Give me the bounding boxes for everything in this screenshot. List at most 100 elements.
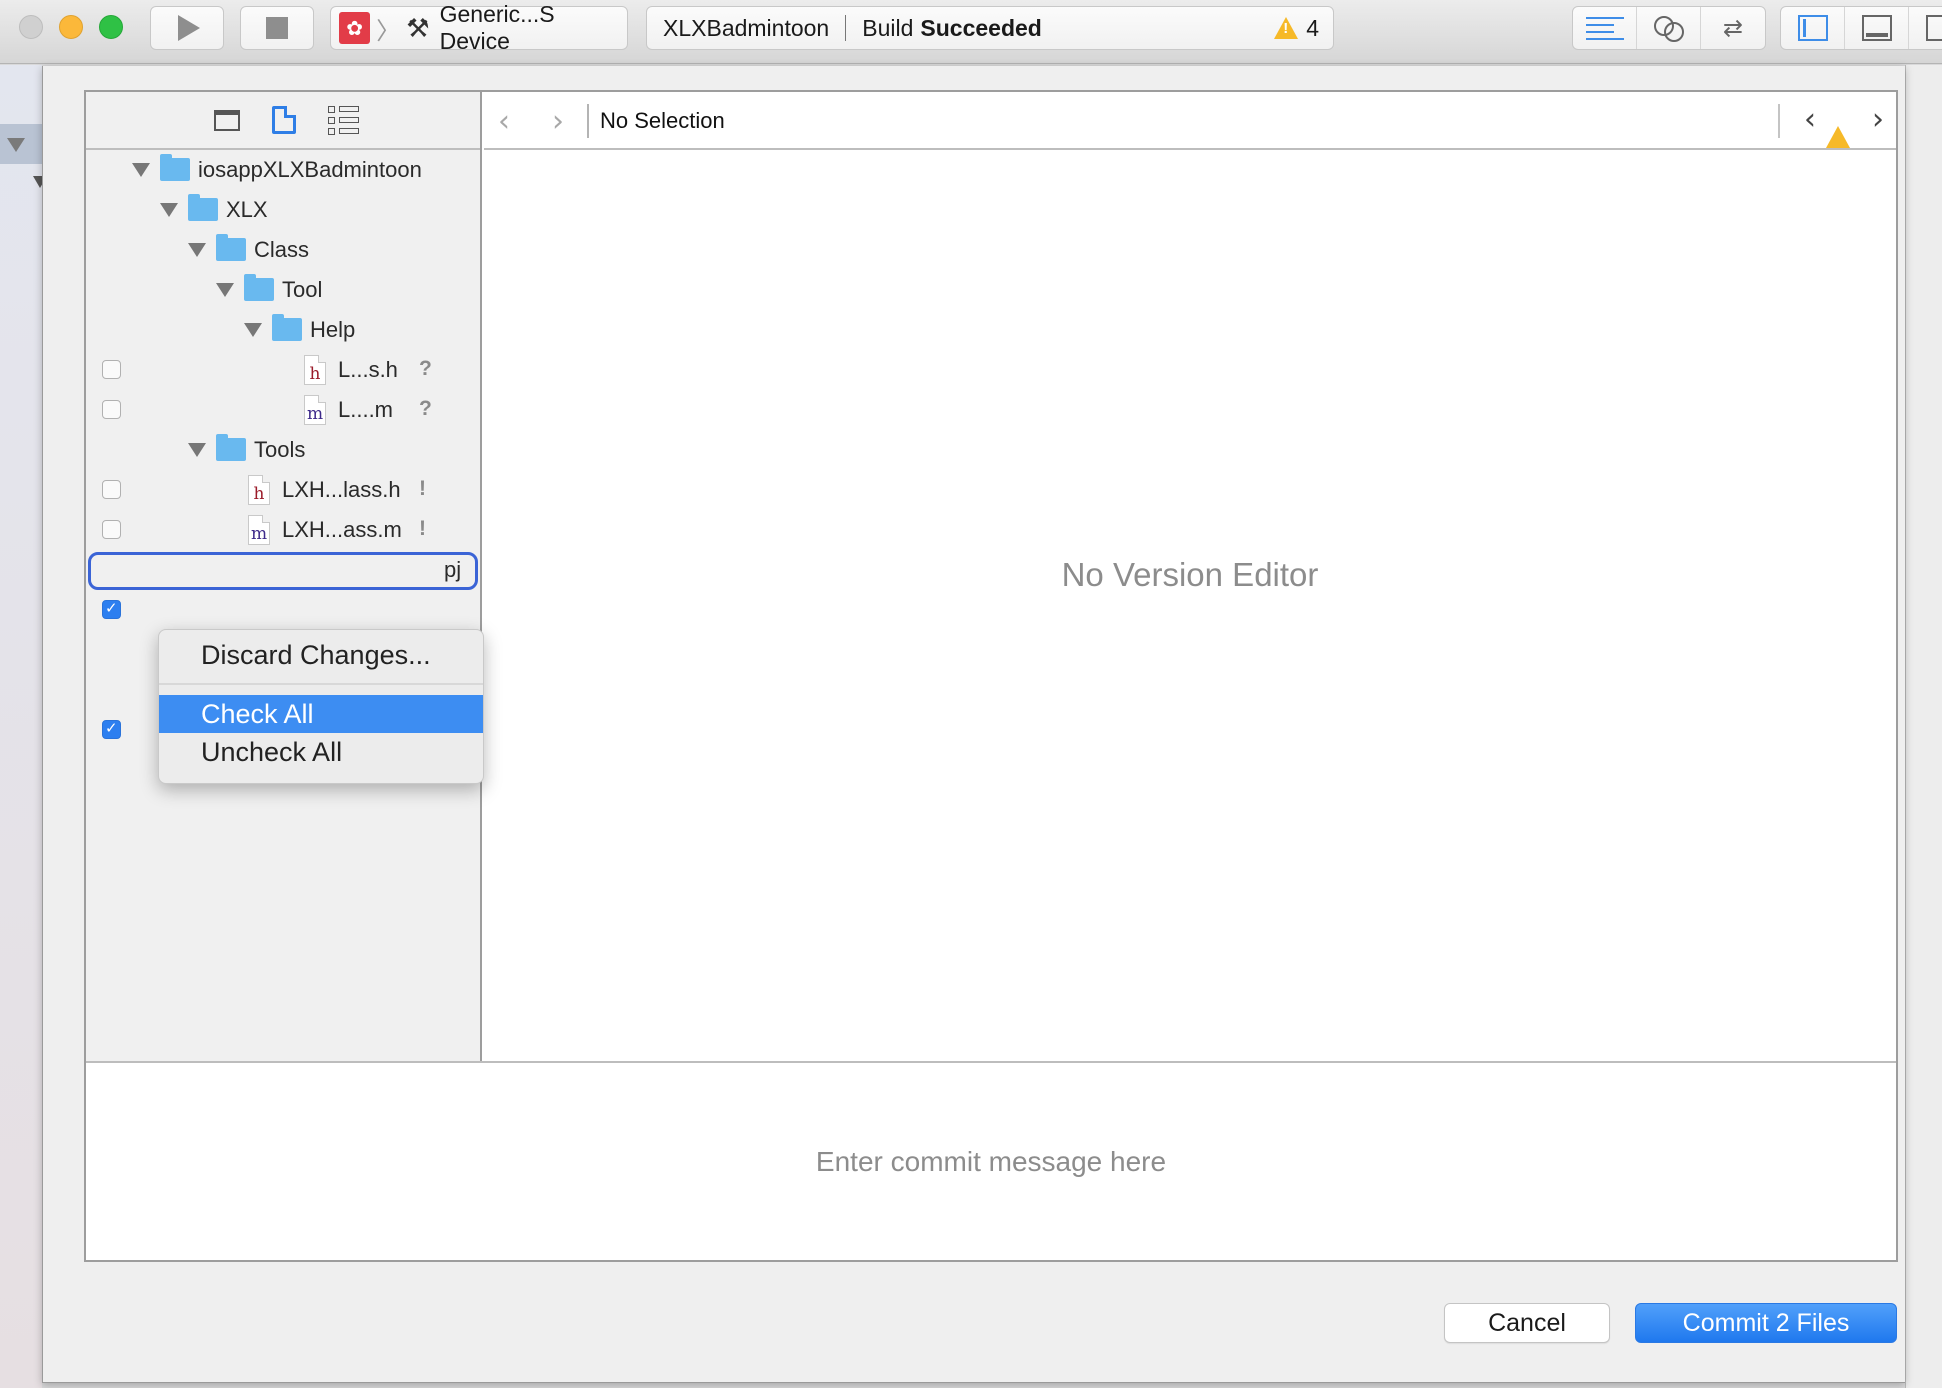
tree-row-label: Class bbox=[254, 237, 310, 262]
context-menu: Discard Changes... Check All Uncheck All bbox=[158, 629, 484, 784]
menu-item-check-all[interactable]: Check All bbox=[159, 695, 483, 733]
hammer-icon: ⚒ bbox=[406, 12, 430, 43]
tree-row-label: Help bbox=[310, 317, 356, 342]
play-icon bbox=[178, 15, 200, 41]
build-result: Succeeded bbox=[920, 14, 1042, 41]
previous-issue-button[interactable]: ‹ bbox=[1804, 102, 1816, 137]
next-issue-button[interactable]: › bbox=[1872, 102, 1884, 137]
background-navigator bbox=[0, 65, 42, 1388]
tree-row-file[interactable] bbox=[86, 590, 478, 630]
navigator-toggle-button[interactable] bbox=[1781, 7, 1845, 49]
tree-row-file[interactable]: h LXH...lass.h ! bbox=[86, 470, 478, 510]
tree-row-file[interactable]: h L...s.h ? bbox=[86, 350, 478, 390]
layout-segmented bbox=[1780, 6, 1942, 50]
assistant-editor-icon bbox=[1652, 14, 1686, 42]
tree-row-folder[interactable]: Tool bbox=[86, 270, 478, 310]
tree-row-project[interactable]: pj bbox=[86, 550, 478, 590]
scm-status-badge: ! bbox=[419, 517, 426, 540]
header-file-icon: h bbox=[304, 355, 326, 385]
tree-row-label: iosappXLXBadmintoon bbox=[198, 157, 422, 182]
stop-button[interactable] bbox=[240, 6, 314, 50]
scm-status-badge: ? bbox=[419, 397, 432, 420]
include-checkbox[interactable] bbox=[102, 360, 121, 379]
tree-row-folder[interactable]: Class bbox=[86, 230, 478, 270]
disclosure-triangle-icon[interactable] bbox=[244, 323, 262, 337]
commit-button[interactable]: Commit 2 Files bbox=[1635, 1303, 1897, 1343]
run-button[interactable] bbox=[150, 6, 224, 50]
utilities-toggle-button[interactable] bbox=[1909, 7, 1942, 49]
scm-status-badge: ? bbox=[419, 357, 432, 380]
window-minimize-button[interactable] bbox=[59, 15, 83, 39]
navigator-toggle-icon bbox=[1797, 15, 1828, 41]
disclosure-triangle-icon[interactable] bbox=[188, 443, 206, 457]
disclosure-triangle-icon[interactable] bbox=[216, 283, 234, 297]
scm-status-badge: ! bbox=[419, 477, 426, 500]
forward-button[interactable]: › bbox=[552, 104, 564, 139]
menu-item-uncheck-all[interactable]: Uncheck All bbox=[159, 733, 483, 771]
folder-icon bbox=[188, 194, 218, 221]
window-close-button[interactable] bbox=[19, 15, 43, 39]
disclosure-triangle-icon[interactable] bbox=[160, 203, 178, 217]
build-prefix: Build bbox=[862, 14, 914, 41]
jump-bar-breadcrumb[interactable]: No Selection bbox=[600, 108, 725, 134]
issue-warning-button[interactable] bbox=[1826, 109, 1850, 148]
version-editor: No Version Editor bbox=[484, 152, 1896, 1061]
folder-icon bbox=[216, 234, 246, 261]
disclosure-triangle-icon[interactable] bbox=[188, 243, 206, 257]
tree-row-file[interactable]: m L....m ? bbox=[86, 390, 478, 430]
jump-bar-divider bbox=[587, 104, 589, 138]
changed-files-navigator: iosappXLXBadmintoon XLX Class Tool Help … bbox=[86, 92, 482, 1061]
version-editor-icon: ⇄ bbox=[1722, 14, 1744, 42]
project-name: XLXBadmintoon bbox=[663, 14, 830, 41]
implementation-file-icon: m bbox=[248, 515, 270, 545]
tree-row-label: LXH...ass.m bbox=[282, 517, 402, 542]
include-checkbox[interactable] bbox=[102, 719, 121, 739]
jump-bar-divider bbox=[1778, 104, 1780, 138]
window-zoom-button[interactable] bbox=[99, 15, 123, 39]
commit-sheet: iosappXLXBadmintoon XLX Class Tool Help … bbox=[42, 66, 1905, 1383]
tree-row-folder[interactable]: iosappXLXBadmintoon bbox=[86, 150, 478, 190]
utilities-toggle-icon bbox=[1926, 15, 1942, 41]
disclosure-triangle-icon[interactable] bbox=[132, 163, 150, 177]
implementation-file-icon: m bbox=[304, 395, 326, 425]
list-icon[interactable] bbox=[328, 106, 359, 135]
include-checkbox[interactable] bbox=[102, 400, 121, 419]
warning-indicator[interactable]: 4 bbox=[1274, 15, 1319, 42]
version-editor-button[interactable]: ⇄ bbox=[1701, 7, 1765, 49]
include-checkbox[interactable] bbox=[102, 599, 121, 619]
commit-message-input[interactable] bbox=[86, 1063, 1896, 1260]
focus-ring bbox=[88, 552, 478, 590]
xcode-toolbar: ✿ 〉 ⚒ Generic...S Device XLXBadmintoon B… bbox=[0, 0, 1942, 64]
destination-label: Generic...S Device bbox=[439, 1, 555, 54]
include-checkbox[interactable] bbox=[102, 480, 121, 499]
debug-area-toggle-button[interactable] bbox=[1845, 7, 1909, 49]
tree-row-label: XLX bbox=[226, 197, 268, 222]
tree-row-folder[interactable]: XLX bbox=[86, 190, 478, 230]
standard-editor-button[interactable] bbox=[1573, 7, 1637, 49]
back-button[interactable]: ‹ bbox=[498, 104, 510, 139]
include-checkbox[interactable] bbox=[102, 520, 121, 539]
debug-area-toggle-icon bbox=[1861, 15, 1892, 41]
folder-icon[interactable] bbox=[213, 109, 240, 131]
folder-icon bbox=[160, 154, 190, 181]
stop-icon bbox=[266, 17, 288, 39]
navigator-tab-bar bbox=[86, 92, 480, 150]
cancel-button[interactable]: Cancel bbox=[1444, 1303, 1610, 1343]
menu-item-discard-changes[interactable]: Discard Changes... bbox=[159, 636, 483, 674]
tree-row-label: LXH...lass.h bbox=[282, 477, 401, 502]
tree-row-file[interactable]: m LXH...ass.m ! bbox=[86, 510, 478, 550]
folder-icon bbox=[244, 274, 274, 301]
assistant-editor-button[interactable] bbox=[1637, 7, 1701, 49]
warning-icon bbox=[1274, 17, 1299, 39]
menu-separator bbox=[159, 683, 483, 685]
disclosure-triangle-icon bbox=[7, 138, 25, 152]
file-icon[interactable] bbox=[271, 106, 296, 134]
scheme-selector[interactable]: ✿ 〉 ⚒ Generic...S Device bbox=[330, 1, 628, 54]
tree-row-label: Tools bbox=[254, 437, 306, 462]
tree-row-folder[interactable]: Help bbox=[86, 310, 478, 350]
tree-row-label: L....m bbox=[338, 397, 394, 422]
warning-count: 4 bbox=[1306, 14, 1319, 41]
tree-row-folder[interactable]: Tools bbox=[86, 430, 478, 470]
folder-icon bbox=[216, 434, 246, 461]
commit-message-area bbox=[86, 1061, 1896, 1260]
